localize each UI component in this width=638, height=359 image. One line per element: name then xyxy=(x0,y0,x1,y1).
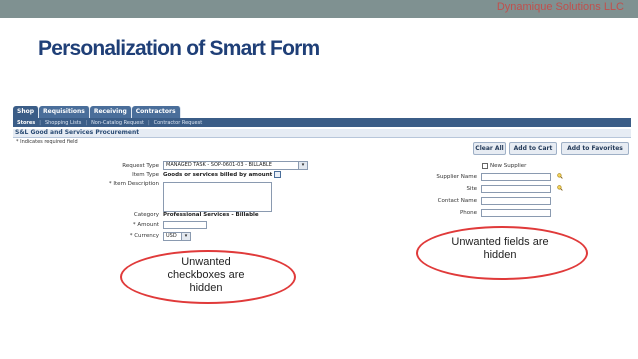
amount-input[interactable] xyxy=(163,221,207,229)
tab-receiving[interactable]: Receiving xyxy=(89,106,132,118)
subnav-shopping-lists[interactable]: Shopping Lists xyxy=(41,120,85,126)
currency-value: USD xyxy=(166,233,177,239)
new-supplier-checkbox[interactable] xyxy=(482,163,488,169)
add-to-cart-button[interactable]: Add to Cart xyxy=(509,142,557,155)
tab-shop[interactable]: Shop xyxy=(13,106,40,118)
tab-contractors[interactable]: Contractors xyxy=(131,106,181,118)
search-icon[interactable] xyxy=(557,173,563,179)
request-type-select[interactable]: MANAGED TASK - SOP-0601-03 - BILLABLE ▾ xyxy=(163,161,308,170)
site-input[interactable] xyxy=(481,185,551,193)
currency-select[interactable]: USD ▾ xyxy=(163,232,191,241)
phone-label: Phone xyxy=(459,210,477,216)
supplier-name-input[interactable] xyxy=(481,173,551,181)
slide-title: Personalization of Smart Form xyxy=(38,37,320,60)
chevron-down-icon: ▾ xyxy=(298,162,307,169)
phone-input[interactable] xyxy=(481,209,551,217)
subnav-stores[interactable]: Stores xyxy=(13,120,39,126)
page-header: S&L Good and Services Procurement xyxy=(13,129,631,138)
item-type-label: Item Type xyxy=(132,172,159,178)
add-to-favorites-button[interactable]: Add to Favorites xyxy=(561,142,629,155)
request-type-label: Request Type xyxy=(122,163,159,169)
new-supplier-label: New Supplier xyxy=(490,163,527,169)
amount-label: * Amount xyxy=(132,222,159,228)
app-screenshot: Shop Requisitions Receiving Contractors … xyxy=(13,106,631,242)
brand-text: Dynamique Solutions LLC xyxy=(496,1,624,13)
clear-all-button[interactable]: Clear All xyxy=(473,142,506,155)
item-description-label: * Item Description xyxy=(108,181,159,187)
page-heading: S&L Good and Services Procurement xyxy=(15,129,140,136)
tab-requisitions[interactable]: Requisitions xyxy=(39,106,90,118)
sub-navigation: Stores | Shopping Lists | Non-Catalog Re… xyxy=(13,118,631,127)
tab-bar: Shop Requisitions Receiving Contractors xyxy=(13,106,181,118)
info-icon[interactable] xyxy=(274,171,281,178)
chevron-down-icon: ▾ xyxy=(181,233,190,240)
category-value: Professional Services - Billable xyxy=(163,212,259,218)
subnav-non-catalog-request[interactable]: Non-Catalog Request xyxy=(87,120,148,126)
callout-right-text: Unwanted fields are hidden xyxy=(451,236,549,261)
contact-name-input[interactable] xyxy=(481,197,551,205)
supplier-name-label: Supplier Name xyxy=(436,174,477,180)
search-icon[interactable] xyxy=(557,185,563,191)
item-description-textarea[interactable] xyxy=(163,182,272,212)
required-note: * Indicates required field xyxy=(16,139,78,145)
callout-left-text: Unwanted checkboxes are hidden xyxy=(167,256,245,294)
item-type-value: Goods or services billed by amount xyxy=(163,172,273,178)
request-type-value: MANAGED TASK - SOP-0601-03 - BILLABLE xyxy=(166,162,272,168)
subnav-contractor-request[interactable]: Contractor Request xyxy=(150,120,207,126)
currency-label: * Currency xyxy=(129,233,159,239)
site-label: Site xyxy=(466,186,477,192)
contact-name-label: Contact Name xyxy=(437,198,477,204)
category-label: Category xyxy=(133,212,159,218)
